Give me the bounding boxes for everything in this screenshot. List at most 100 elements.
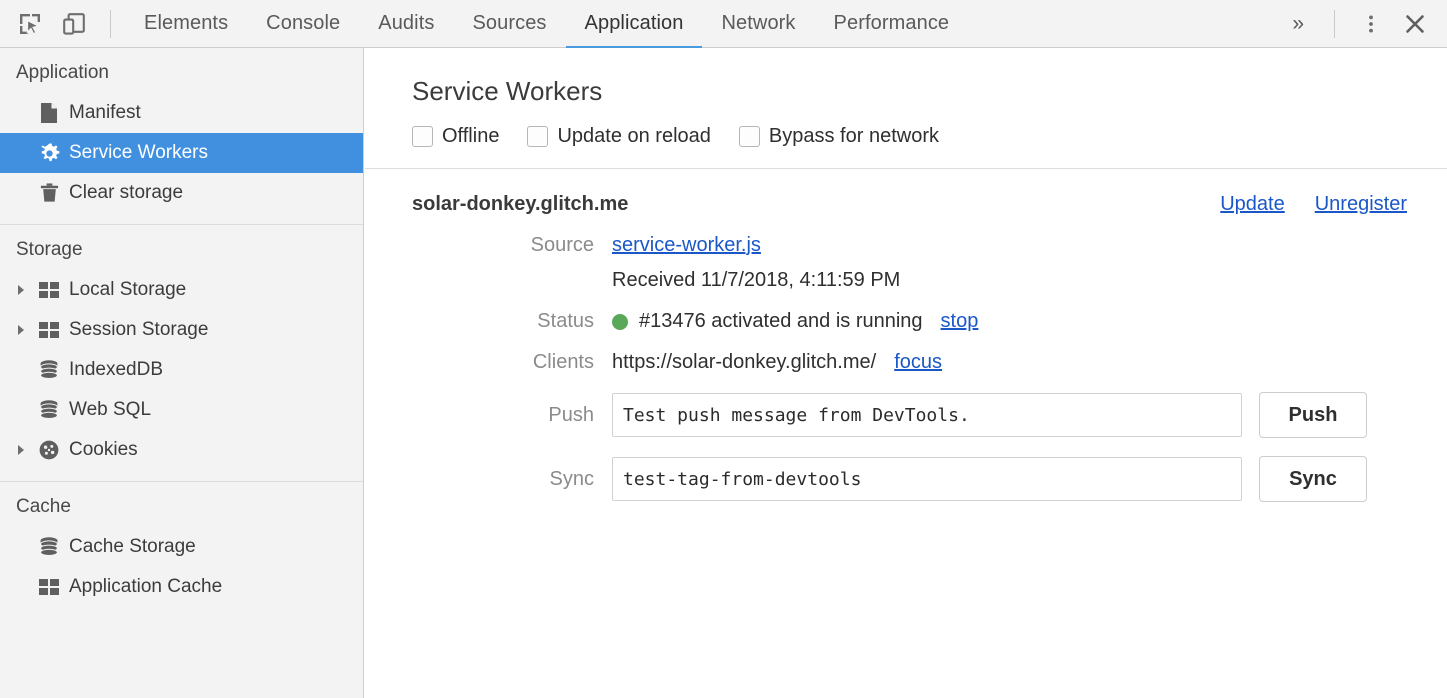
more-tabs-chevron-icon[interactable]: » [1276,13,1320,34]
tab-label: Console [266,12,340,35]
table-icon [34,578,64,596]
tab-label: Elements [144,12,228,35]
chevron-right-icon[interactable] [16,324,34,336]
sidebar-section-title: Storage [0,225,363,270]
tab-label: Audits [378,12,434,35]
bypass-for-network-checkbox[interactable]: Bypass for network [739,125,939,148]
trash-icon [34,182,64,204]
sidebar-item-label: Session Storage [64,319,208,341]
tab-audits[interactable]: Audits [359,0,453,48]
sidebar-section-title: Application [0,48,363,93]
sidebar-item-label: Cookies [64,439,138,461]
sidebar-section-title: Cache [0,482,363,527]
update-on-reload-checkbox[interactable]: Update on reload [527,125,710,148]
focus-button[interactable]: focus [894,351,942,374]
clients-label: Clients [412,351,612,374]
clients-row: Clients https://solar-donkey.glitch.me/ … [365,351,1447,374]
manifest-file-icon [34,102,64,124]
sidebar-section-storage: Storage Local Storage Session Storage [0,225,363,482]
device-toolbar-icon[interactable] [52,2,96,46]
sidebar-item-label: Application Cache [64,576,222,598]
sidebar-item-cache-storage[interactable]: Cache Storage [0,527,363,567]
sync-button[interactable]: Sync [1259,456,1367,502]
chevron-right-icon[interactable] [16,444,34,456]
status-label: Status [412,310,612,333]
sidebar-item-session-storage[interactable]: Session Storage [0,310,363,350]
push-input[interactable] [612,393,1242,437]
database-icon [34,399,64,421]
registration-header: solar-donkey.glitch.me Update Unregister [365,169,1447,216]
checkbox-label: Offline [433,125,499,148]
chevron-right-icon[interactable] [16,284,34,296]
clients-value: https://solar-donkey.glitch.me/ focus [612,351,942,374]
sync-row: Sync Sync [365,456,1447,502]
push-label: Push [412,404,612,427]
checkbox-box[interactable] [739,126,760,147]
devtools-toolbar: Elements Console Audits Sources Applicat… [0,0,1447,48]
status-value: #13476 activated and is running stop [612,310,978,333]
service-worker-options: Offline Update on reload Bypass for netw… [365,107,1447,148]
sidebar-section-cache: Cache Cache Storage Application Cache [0,482,363,618]
status-text: #13476 activated and is running [639,310,923,333]
toolbar-icon-group [0,2,96,46]
sidebar-item-cookies[interactable]: Cookies [0,430,363,470]
tab-label: Application [585,12,684,35]
sidebar-item-label: Local Storage [64,279,186,301]
sidebar-item-service-workers[interactable]: Service Workers [0,133,363,173]
checkbox-box[interactable] [527,126,548,147]
sidebar-item-indexeddb[interactable]: IndexedDB [0,350,363,390]
sidebar-item-local-storage[interactable]: Local Storage [0,270,363,310]
table-icon [34,281,64,299]
tab-network[interactable]: Network [702,0,814,48]
database-icon [34,536,64,558]
sidebar-item-label: Manifest [64,102,141,124]
page-title: Service Workers [365,48,1447,107]
cookie-icon [34,439,64,461]
tab-label: Performance [834,12,950,35]
checkbox-box[interactable] [412,126,433,147]
sidebar-item-application-cache[interactable]: Application Cache [0,567,363,607]
tab-elements[interactable]: Elements [125,0,247,48]
sync-input[interactable] [612,457,1242,501]
sidebar-item-manifest[interactable]: Manifest [0,93,363,133]
update-button[interactable]: Update [1220,193,1285,216]
database-icon [34,359,64,381]
close-icon[interactable] [1393,2,1437,46]
client-url: https://solar-donkey.glitch.me/ [612,351,876,374]
stop-button[interactable]: stop [941,310,979,333]
tab-application[interactable]: Application [566,0,703,48]
application-sidebar: Application Manifest Service Workers Cle… [0,48,364,698]
push-row: Push Push [365,392,1447,438]
checkbox-label: Update on reload [548,125,710,148]
gear-icon [34,142,64,165]
tab-sources[interactable]: Sources [453,0,565,48]
panel-tabs: Elements Console Audits Sources Applicat… [125,0,968,48]
source-file-link[interactable]: service-worker.js [612,234,761,257]
received-row: Received 11/7/2018, 4:11:59 PM [365,269,1447,292]
service-workers-panel: Service Workers Offline Update on reload… [365,48,1447,698]
toolbar-divider-right [1334,10,1335,38]
checkbox-label: Bypass for network [760,125,939,148]
origin-name: solar-donkey.glitch.me [412,193,628,216]
sidebar-section-application: Application Manifest Service Workers Cle… [0,48,363,225]
offline-checkbox[interactable]: Offline [412,125,499,148]
push-button[interactable]: Push [1259,392,1367,438]
received-timestamp: Received 11/7/2018, 4:11:59 PM [612,269,900,292]
sidebar-item-label: Clear storage [64,182,183,204]
tab-label: Network [721,12,795,35]
inspect-element-icon[interactable] [8,2,52,46]
source-value: service-worker.js [612,234,761,257]
sidebar-item-label: IndexedDB [64,359,163,381]
kebab-menu-icon[interactable] [1349,2,1393,46]
tab-performance[interactable]: Performance [815,0,969,48]
source-row: Source service-worker.js [365,234,1447,257]
sidebar-item-clear-storage[interactable]: Clear storage [0,173,363,213]
registration-actions: Update Unregister [1190,193,1407,216]
unregister-button[interactable]: Unregister [1315,193,1407,216]
status-row: Status #13476 activated and is running s… [365,310,1447,333]
sidebar-item-label: Web SQL [64,399,151,421]
sidebar-item-web-sql[interactable]: Web SQL [0,390,363,430]
sync-label: Sync [412,468,612,491]
toolbar-right-group: » [1276,2,1447,46]
tab-console[interactable]: Console [247,0,359,48]
